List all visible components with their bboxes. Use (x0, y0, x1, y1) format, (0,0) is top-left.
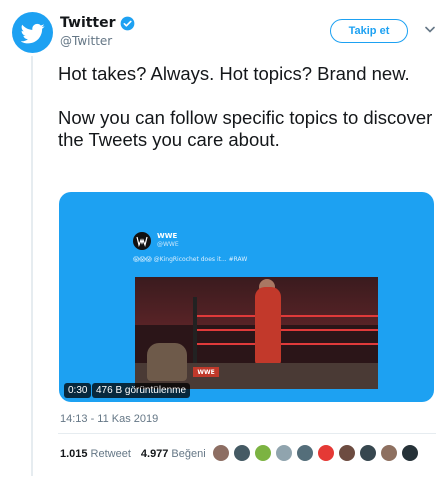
liker-avatar[interactable] (254, 444, 272, 462)
twitter-bird-icon (20, 23, 45, 43)
like-label[interactable]: Beğeni (171, 448, 205, 460)
tweet-text-line1: Hot takes? Always. Hot topics? Brand new… (58, 63, 410, 84)
liker-avatar[interactable] (233, 444, 251, 462)
wwe-network-logo: WWE (193, 367, 219, 377)
tweet-header: Twitter @Twitter Takip et (12, 12, 437, 56)
liker-avatar[interactable] (317, 444, 335, 462)
liker-avatar[interactable] (275, 444, 293, 462)
chevron-down-icon[interactable] (425, 26, 435, 34)
follow-button[interactable]: Takip et (330, 19, 408, 43)
liker-avatar[interactable] (296, 444, 314, 462)
engagement-stats: 1.015 Retweet 4.977 Beğeni (60, 444, 216, 464)
tweet-timestamp[interactable]: 14:13 - 11 Kas 2019 (60, 413, 158, 425)
embedded-handle: @WWE (157, 241, 179, 248)
retweet-label[interactable]: Retweet (91, 448, 131, 460)
embedded-text: 😱😱😱 @KingRicochet does it... #RAW (133, 256, 248, 263)
liker-avatar[interactable] (380, 444, 398, 462)
view-count: 476 B görüntülenme (92, 383, 191, 398)
liker-avatar[interactable] (338, 444, 356, 462)
liker-avatar[interactable] (401, 444, 419, 462)
twitter-avatar[interactable] (12, 12, 53, 53)
divider (58, 433, 436, 434)
video-duration: 0:30 (64, 383, 92, 398)
display-name[interactable]: Twitter (60, 15, 116, 31)
like-count[interactable]: 4.977 (141, 448, 169, 460)
author-block[interactable]: Twitter @Twitter (60, 15, 135, 48)
liker-avatars (212, 444, 422, 462)
tweet-text-line2: Now you can follow specific topics to di… (58, 107, 433, 150)
wwe-logo-icon (133, 232, 151, 250)
retweet-count[interactable]: 1.015 (60, 448, 88, 460)
thread-line (31, 56, 33, 476)
handle[interactable]: @Twitter (60, 34, 135, 48)
tweet-text: Hot takes? Always. Hot topics? Brand new… (58, 63, 433, 151)
liker-avatar[interactable] (359, 444, 377, 462)
embedded-name: WWE (157, 232, 178, 240)
video-frame: WWE (135, 277, 378, 389)
liker-avatar[interactable] (212, 444, 230, 462)
video-media[interactable]: WWE @WWE 😱😱😱 @KingRicochet does it... #R… (59, 192, 434, 402)
verified-badge-icon (120, 16, 134, 30)
